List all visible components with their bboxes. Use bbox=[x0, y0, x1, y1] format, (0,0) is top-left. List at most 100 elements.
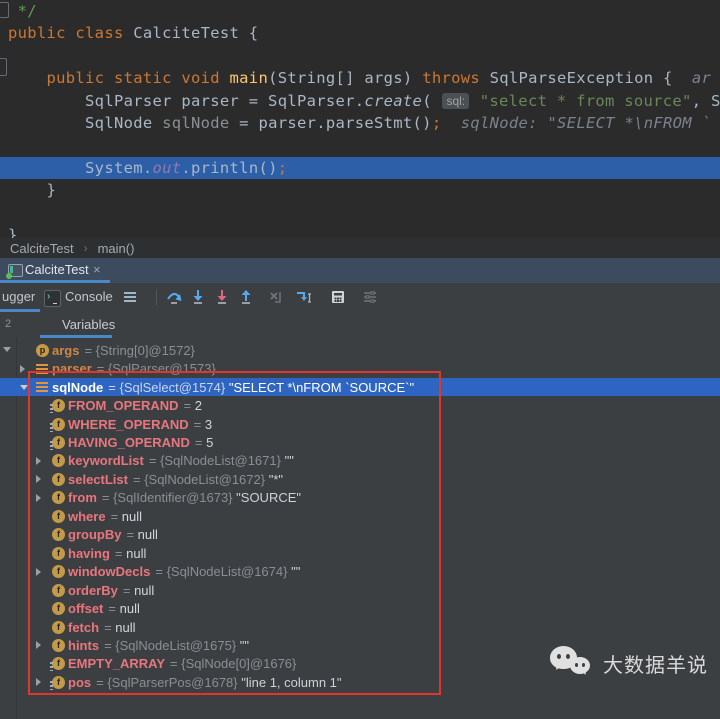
code-line[interactable] bbox=[0, 134, 720, 156]
gutter-marker-icon bbox=[0, 2, 9, 18]
variable-name: WHERE_OPERAND bbox=[68, 416, 189, 432]
code-token: */ bbox=[8, 2, 37, 20]
variable-name: hints bbox=[68, 637, 100, 653]
code-token: ; bbox=[277, 158, 288, 177]
watermark-text: 大数据羊说 bbox=[603, 654, 708, 677]
variable-row-sqlNode[interactable]: sqlNode = {SqlSelect@1574} "SELECT *\nFRO… bbox=[0, 377, 720, 397]
toolbar-separator bbox=[156, 289, 157, 305]
variable-value: = bbox=[108, 601, 120, 617]
code-line[interactable] bbox=[0, 202, 720, 224]
code-line[interactable]: SqlNode sqlNode = parser.parseStmt(); sq… bbox=[0, 112, 720, 134]
variable-value: "" bbox=[284, 453, 294, 469]
variable-row-selectList[interactable]: f selectList = {SqlNodeList@1672} "*" bbox=[0, 470, 720, 489]
variable-row-FROM_OPERAND[interactable]: f FROM_OPERAND = 2 bbox=[0, 396, 720, 415]
execution-line[interactable]: System.out.println(); bbox=[0, 156, 720, 180]
layout-settings-icon[interactable] bbox=[122, 289, 138, 305]
variable-value: = {SqlSelect@1574} bbox=[108, 379, 229, 395]
code-line[interactable]: } bbox=[0, 224, 720, 238]
expand-arrow-icon[interactable] bbox=[36, 567, 41, 576]
variable-row-offset[interactable]: f offset = null bbox=[0, 599, 720, 618]
code-token: main bbox=[229, 69, 269, 88]
watermark: 大数据羊说 bbox=[548, 644, 708, 682]
step-over-icon[interactable] bbox=[166, 289, 182, 305]
expand-arrow-icon[interactable] bbox=[36, 678, 41, 687]
frames-panel-fragment: 2 bbox=[5, 318, 12, 330]
field-icon: f bbox=[52, 509, 65, 523]
debugger-toolbar: ugger › Console bbox=[0, 283, 720, 313]
variable-row-args[interactable]: p args = {String[0]@1572} bbox=[0, 341, 720, 360]
code-token: , S bbox=[691, 91, 720, 110]
variable-row-WHERE_OPERAND[interactable]: f WHERE_OPERAND = 3 bbox=[0, 415, 720, 434]
expand-arrow-icon[interactable] bbox=[36, 475, 41, 484]
step-out-icon[interactable] bbox=[238, 289, 254, 305]
field-icon: f bbox=[52, 583, 65, 597]
variable-row-orderBy[interactable]: f orderBy = null bbox=[0, 581, 720, 600]
run-to-cursor-icon[interactable] bbox=[296, 289, 312, 305]
tab-variables[interactable]: Variables bbox=[62, 317, 115, 332]
close-icon[interactable]: × bbox=[93, 262, 101, 277]
code-line[interactable]: } bbox=[0, 179, 720, 201]
static-marker-icon bbox=[50, 441, 53, 450]
variable-row-groupBy[interactable]: f groupBy = null bbox=[0, 526, 720, 545]
force-step-into-icon[interactable] bbox=[214, 289, 230, 305]
evaluate-expression-icon[interactable] bbox=[330, 289, 346, 305]
variable-value: null bbox=[134, 582, 155, 598]
code-token: public class bbox=[8, 24, 134, 43]
variable-row-from[interactable]: f from = {SqlIdentifier@1673} "SOURCE" bbox=[0, 489, 720, 508]
variable-value: "SELECT *\nFROM `SOURCE`" bbox=[228, 379, 415, 395]
breadcrumb-method[interactable]: main() bbox=[98, 241, 135, 256]
breadcrumb-class[interactable]: CalciteTest bbox=[10, 241, 74, 256]
code-area: */ public class CalciteTest { public stat… bbox=[0, 0, 720, 238]
field-icon: f bbox=[52, 417, 65, 431]
variable-row-having[interactable]: f having = null bbox=[0, 544, 720, 563]
drop-frame-icon[interactable] bbox=[268, 289, 284, 305]
field-icon: f bbox=[52, 399, 65, 413]
tab-debugger[interactable]: ugger bbox=[2, 289, 35, 304]
code-token: sqlNode bbox=[162, 113, 230, 132]
tab-console[interactable]: Console bbox=[65, 289, 113, 304]
variable-name: FROM_OPERAND bbox=[68, 398, 179, 414]
variable-value: = {SqlIdentifier@1673} bbox=[101, 490, 237, 506]
variable-value: "SOURCE" bbox=[236, 490, 302, 506]
view-options-icon[interactable] bbox=[362, 289, 378, 305]
variable-row-windowDecls[interactable]: f windowDecls = {SqlNodeList@1674} "" bbox=[0, 562, 720, 581]
expand-arrow-icon[interactable] bbox=[20, 364, 25, 373]
static-marker-icon bbox=[50, 422, 53, 432]
step-into-icon[interactable] bbox=[190, 289, 206, 305]
code-token: ( bbox=[422, 91, 442, 110]
code-token: (String[] args) bbox=[268, 69, 423, 88]
variable-name: orderBy bbox=[68, 582, 118, 598]
variable-value: 5 bbox=[206, 435, 214, 450]
breadcrumb: CalciteTest › main() bbox=[0, 238, 720, 258]
variable-row-where[interactable]: f where = null bbox=[0, 507, 720, 526]
expand-arrow-icon[interactable] bbox=[36, 456, 41, 465]
code-line[interactable] bbox=[0, 45, 720, 67]
code-token: SqlParser parser = SqlParser. bbox=[8, 91, 365, 110]
variable-row-HAVING_OPERAND[interactable]: f HAVING_OPERAND = 5 bbox=[0, 433, 720, 452]
variable-value: null bbox=[119, 601, 140, 617]
expand-arrow-icon[interactable] bbox=[36, 493, 41, 502]
variable-row-fetch[interactable]: f fetch = null bbox=[0, 618, 720, 637]
field-icon: f bbox=[52, 675, 65, 689]
debug-session-tab[interactable]: CalciteTest bbox=[25, 262, 89, 277]
variable-value: null bbox=[126, 545, 147, 561]
variable-row-parser[interactable]: parser = {SqlParser@1573} bbox=[0, 359, 720, 378]
variable-value: = {SqlNodeList@1674} bbox=[155, 564, 292, 580]
variable-row-keywordList[interactable]: f keywordList = {SqlNodeList@1671} "" bbox=[0, 452, 720, 471]
variable-name: parser bbox=[52, 361, 92, 377]
code-line[interactable]: public class CalciteTest { bbox=[0, 22, 720, 44]
variable-name: windowDecls bbox=[68, 564, 151, 580]
inline-debug-hint: sqlNode: "SELECT *\nFROM ` bbox=[441, 113, 712, 132]
variable-value: = {SqlNodeList@1675} bbox=[104, 637, 240, 653]
collapse-arrow-icon[interactable] bbox=[20, 384, 28, 390]
code-line[interactable]: */ bbox=[0, 0, 720, 22]
expand-arrow-icon[interactable] bbox=[36, 641, 41, 650]
field-icon: f bbox=[52, 638, 65, 652]
variable-value: = {SqlNodeList@1671} bbox=[148, 453, 285, 469]
static-marker-icon bbox=[50, 680, 53, 690]
code-line[interactable]: SqlParser parser = SqlParser.create( sql… bbox=[0, 90, 720, 112]
variable-value: null bbox=[115, 619, 136, 635]
code-editor[interactable]: */ public class CalciteTest { public stat… bbox=[0, 0, 720, 238]
code-line[interactable]: public static void main(String[] args) t… bbox=[0, 67, 720, 89]
